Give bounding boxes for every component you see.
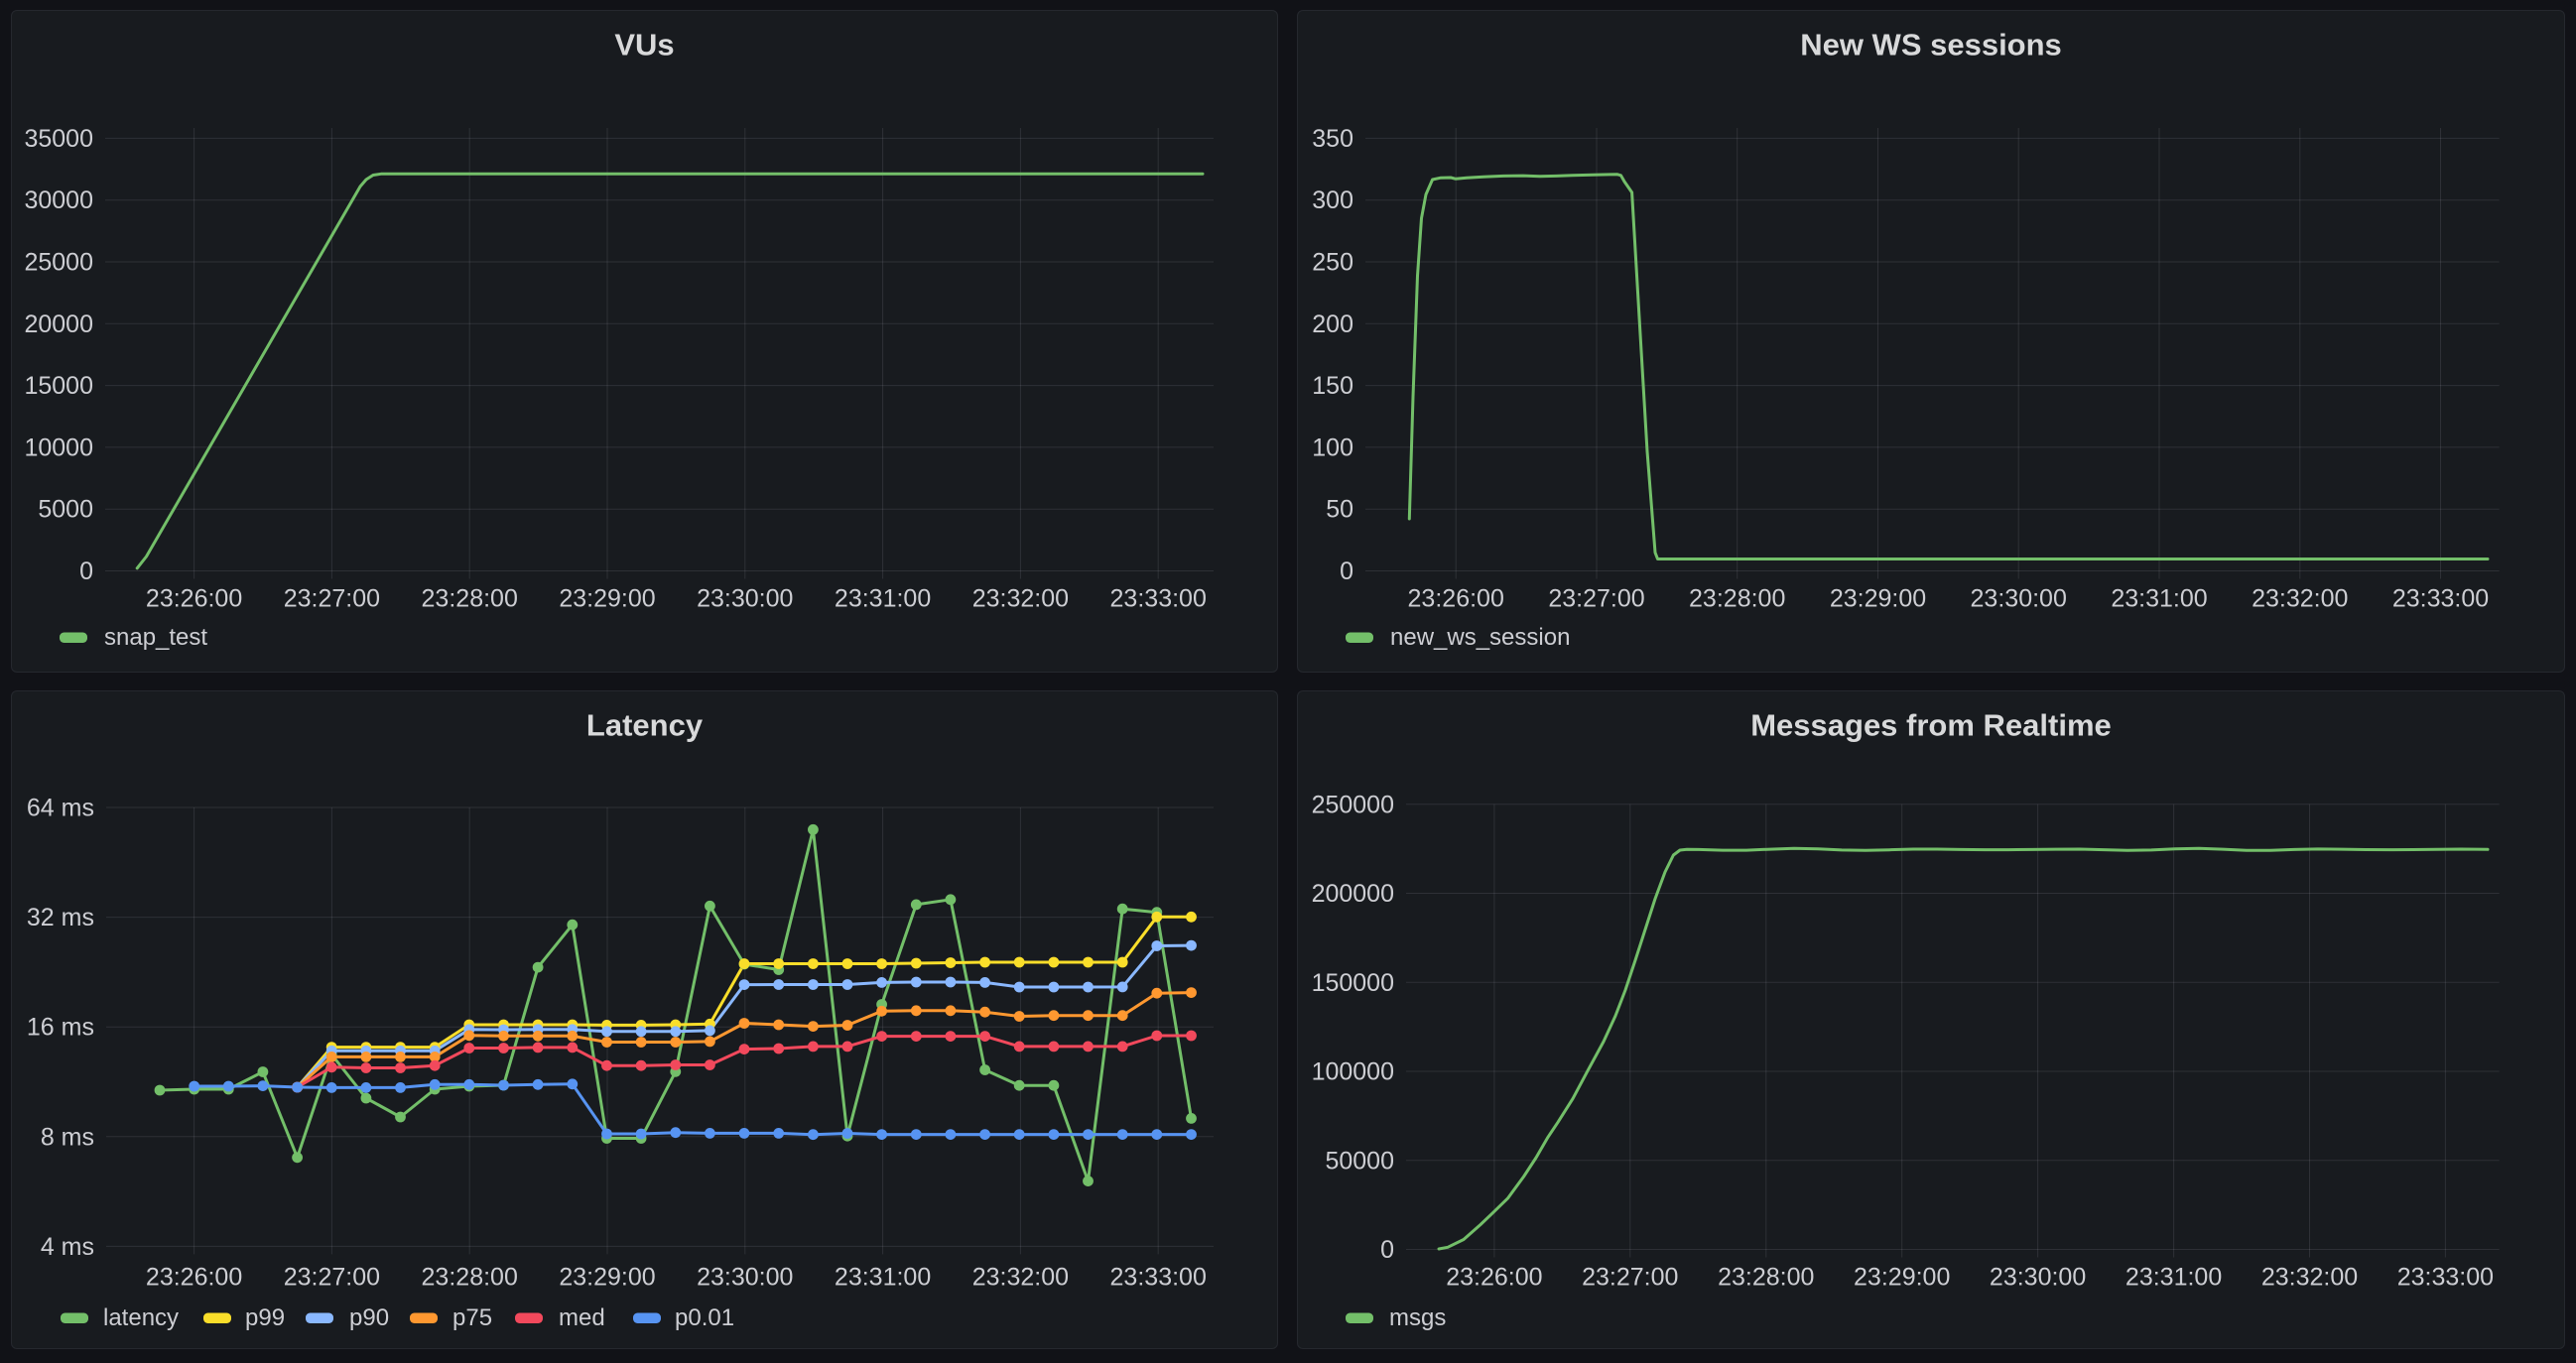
svg-text:23:32:00: 23:32:00 bbox=[2252, 585, 2348, 613]
svg-text:25000: 25000 bbox=[24, 249, 93, 277]
svg-text:20000: 20000 bbox=[24, 310, 93, 338]
svg-text:23:29:00: 23:29:00 bbox=[1854, 1264, 1950, 1292]
svg-text:23:29:00: 23:29:00 bbox=[559, 585, 655, 613]
svg-text:23:26:00: 23:26:00 bbox=[146, 585, 242, 613]
svg-text:23:27:00: 23:27:00 bbox=[284, 585, 380, 613]
svg-text:0: 0 bbox=[1380, 1236, 1394, 1264]
svg-text:new_ws_session: new_ws_session bbox=[1390, 624, 1570, 651]
svg-text:23:31:00: 23:31:00 bbox=[835, 1264, 931, 1292]
svg-text:30000: 30000 bbox=[24, 186, 93, 214]
svg-text:23:27:00: 23:27:00 bbox=[1548, 585, 1644, 613]
svg-text:23:31:00: 23:31:00 bbox=[2111, 585, 2207, 613]
svg-text:23:28:00: 23:28:00 bbox=[1689, 585, 1785, 613]
svg-text:23:28:00: 23:28:00 bbox=[422, 585, 518, 613]
svg-text:100: 100 bbox=[1312, 434, 1353, 461]
svg-text:23:29:00: 23:29:00 bbox=[1830, 585, 1926, 613]
svg-text:15000: 15000 bbox=[24, 372, 93, 400]
svg-text:200: 200 bbox=[1312, 310, 1353, 338]
svg-text:23:30:00: 23:30:00 bbox=[1990, 1264, 2086, 1292]
svg-text:23:27:00: 23:27:00 bbox=[1582, 1264, 1678, 1292]
svg-text:23:33:00: 23:33:00 bbox=[1110, 585, 1207, 613]
svg-text:16 ms: 16 ms bbox=[27, 1014, 94, 1042]
svg-text:New WS sessions: New WS sessions bbox=[1800, 28, 2062, 62]
svg-text:150: 150 bbox=[1312, 372, 1353, 400]
svg-text:23:29:00: 23:29:00 bbox=[559, 1264, 655, 1292]
svg-text:p0.01: p0.01 bbox=[675, 1304, 734, 1331]
svg-text:23:28:00: 23:28:00 bbox=[1718, 1264, 1814, 1292]
svg-text:23:30:00: 23:30:00 bbox=[1971, 585, 2067, 613]
svg-text:Latency: Latency bbox=[586, 708, 704, 743]
svg-text:23:30:00: 23:30:00 bbox=[697, 585, 793, 613]
svg-text:4 ms: 4 ms bbox=[41, 1233, 94, 1261]
svg-text:0: 0 bbox=[1340, 558, 1353, 585]
svg-text:23:28:00: 23:28:00 bbox=[422, 1264, 518, 1292]
svg-text:23:26:00: 23:26:00 bbox=[1408, 585, 1504, 613]
svg-text:250: 250 bbox=[1312, 249, 1353, 277]
svg-text:5000: 5000 bbox=[38, 496, 93, 524]
svg-text:latency: latency bbox=[103, 1304, 179, 1331]
svg-text:snap_test: snap_test bbox=[104, 624, 207, 651]
svg-text:0: 0 bbox=[79, 558, 93, 585]
svg-text:23:33:00: 23:33:00 bbox=[2392, 585, 2489, 613]
svg-text:50000: 50000 bbox=[1325, 1147, 1394, 1175]
svg-text:23:27:00: 23:27:00 bbox=[284, 1264, 380, 1292]
svg-text:23:32:00: 23:32:00 bbox=[972, 585, 1069, 613]
svg-text:23:26:00: 23:26:00 bbox=[146, 1264, 242, 1292]
svg-text:100000: 100000 bbox=[1312, 1058, 1394, 1086]
svg-text:23:32:00: 23:32:00 bbox=[2261, 1264, 2358, 1292]
svg-text:p90: p90 bbox=[349, 1304, 389, 1331]
svg-text:23:32:00: 23:32:00 bbox=[972, 1264, 1069, 1292]
svg-text:p99: p99 bbox=[245, 1304, 285, 1331]
svg-text:VUs: VUs bbox=[614, 28, 674, 62]
svg-text:50: 50 bbox=[1326, 496, 1353, 524]
svg-text:23:30:00: 23:30:00 bbox=[697, 1264, 793, 1292]
svg-text:med: med bbox=[559, 1304, 605, 1331]
svg-text:200000: 200000 bbox=[1312, 880, 1394, 908]
svg-text:150000: 150000 bbox=[1312, 969, 1394, 997]
svg-text:10000: 10000 bbox=[24, 434, 93, 461]
svg-text:32 ms: 32 ms bbox=[27, 904, 94, 931]
svg-text:35000: 35000 bbox=[24, 125, 93, 153]
svg-text:300: 300 bbox=[1312, 186, 1353, 214]
svg-text:64 ms: 64 ms bbox=[27, 795, 94, 822]
svg-text:23:26:00: 23:26:00 bbox=[1446, 1264, 1542, 1292]
svg-text:msgs: msgs bbox=[1389, 1304, 1446, 1331]
svg-text:23:33:00: 23:33:00 bbox=[2397, 1264, 2494, 1292]
svg-text:23:31:00: 23:31:00 bbox=[835, 585, 931, 613]
svg-text:23:31:00: 23:31:00 bbox=[2125, 1264, 2222, 1292]
svg-text:250000: 250000 bbox=[1312, 791, 1394, 818]
svg-text:23:33:00: 23:33:00 bbox=[1110, 1264, 1207, 1292]
svg-text:Messages from Realtime: Messages from Realtime bbox=[1750, 708, 2112, 743]
svg-text:p75: p75 bbox=[452, 1304, 492, 1331]
svg-text:350: 350 bbox=[1312, 125, 1353, 153]
svg-text:8 ms: 8 ms bbox=[41, 1123, 94, 1151]
